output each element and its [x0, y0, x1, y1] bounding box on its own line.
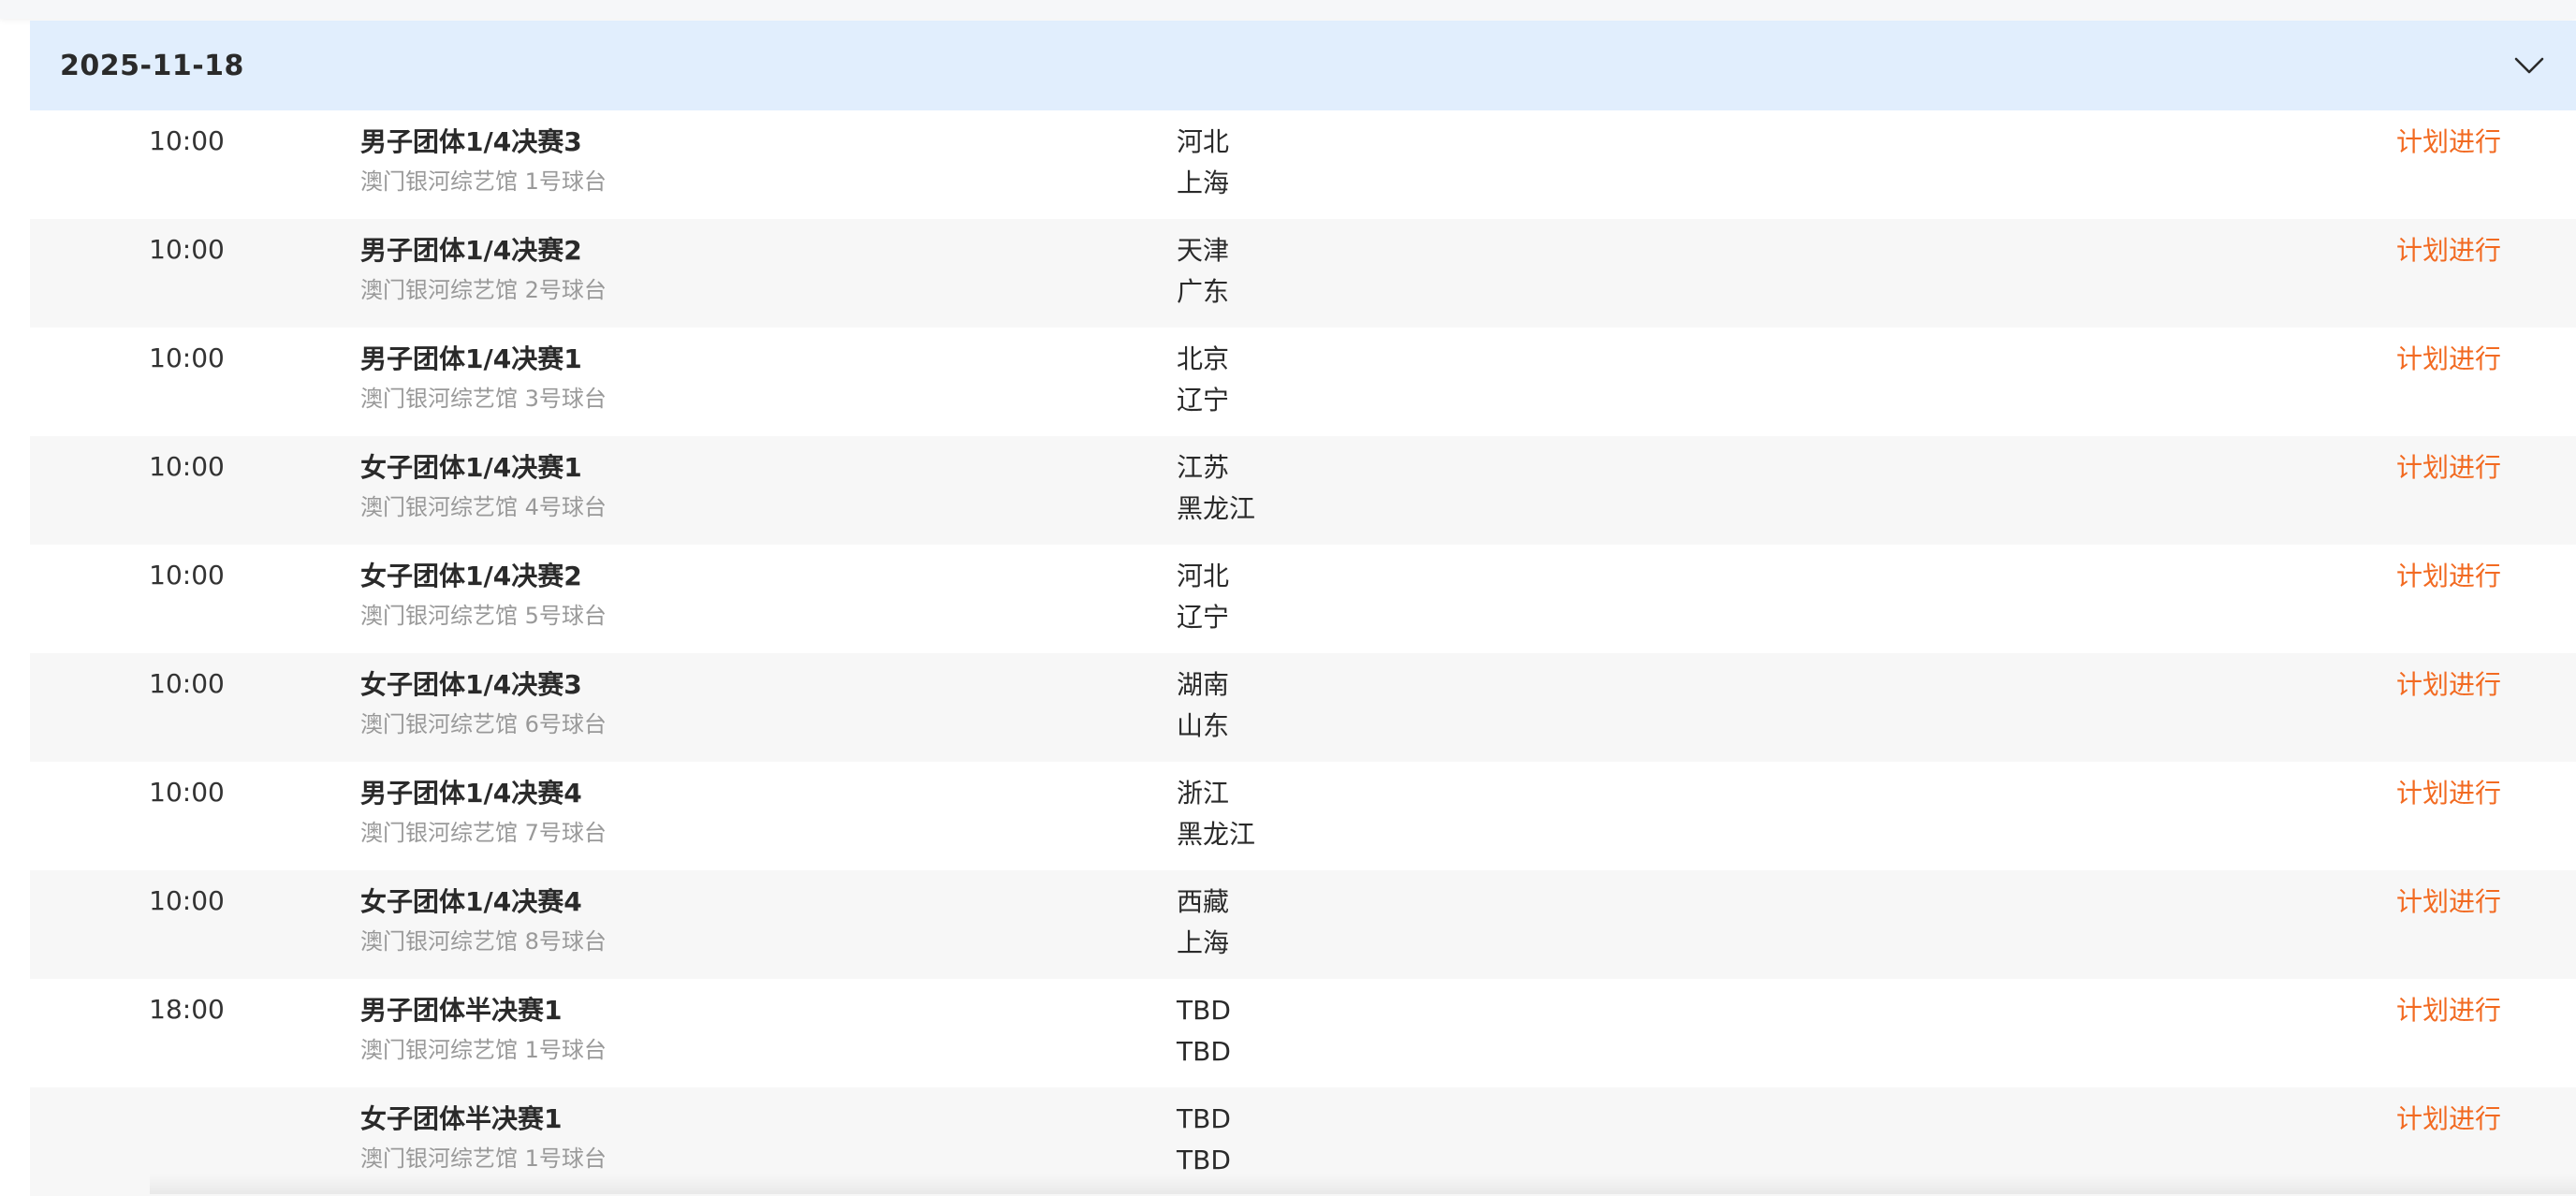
match-teams: 河北 辽宁 [1177, 560, 1229, 634]
match-row[interactable]: 18:00 男子团体半决赛1 澳门银河综艺馆 1号球台 TBD TBD 计划进行 [30, 979, 2576, 1087]
match-info: 男子团体1/4决赛2 澳门银河综艺馆 2号球台 [360, 234, 607, 305]
match-row[interactable]: 10:00 女子团体1/4决赛2 澳门银河综艺馆 5号球台 河北 辽宁 计划进行 [30, 545, 2576, 653]
match-teams: 西藏 上海 [1177, 885, 1229, 960]
match-teams: 河北 上海 [1177, 125, 1229, 200]
match-time: 10:00 [124, 560, 250, 591]
match-status: 计划进行 [2396, 343, 2501, 376]
team-two: 上海 [1177, 167, 1229, 200]
match-info: 男子团体1/4决赛3 澳门银河综艺馆 1号球台 [360, 125, 607, 197]
match-teams: 湖南 山东 [1177, 668, 1229, 743]
match-status: 计划进行 [2396, 777, 2501, 810]
match-row[interactable]: 10:00 女子团体1/4决赛4 澳门银河综艺馆 8号球台 西藏 上海 计划进行 [30, 870, 2576, 979]
match-teams: 天津 广东 [1177, 234, 1229, 309]
match-time: 10:00 [124, 885, 250, 916]
chevron-down-icon[interactable] [2514, 56, 2544, 75]
team-one: TBD [1177, 994, 1231, 1028]
match-info: 女子团体1/4决赛2 澳门银河综艺馆 5号球台 [360, 560, 607, 631]
match-status: 计划进行 [2396, 234, 2501, 268]
team-two: 广东 [1177, 275, 1229, 309]
match-row[interactable]: 女子团体半决赛1 澳门银河综艺馆 1号球台 TBD TBD 计划进行 [30, 1087, 2576, 1196]
match-teams: TBD TBD [1177, 1102, 1231, 1177]
match-status: 计划进行 [2396, 1102, 2501, 1136]
match-time: 10:00 [124, 234, 250, 265]
match-info: 女子团体1/4决赛3 澳门银河综艺馆 6号球台 [360, 668, 607, 739]
team-one: 河北 [1177, 125, 1229, 159]
match-row[interactable]: 10:00 男子团体1/4决赛2 澳门银河综艺馆 2号球台 天津 广东 计划进行 [30, 219, 2576, 328]
match-info: 男子团体1/4决赛4 澳门银河综艺馆 7号球台 [360, 777, 607, 848]
match-row[interactable]: 10:00 男子团体1/4决赛1 澳门银河综艺馆 3号球台 北京 辽宁 计划进行 [30, 328, 2576, 436]
top-bar [0, 0, 2576, 19]
match-venue: 澳门银河综艺馆 7号球台 [360, 818, 607, 848]
match-status: 计划进行 [2396, 668, 2501, 702]
match-time: 10:00 [124, 125, 250, 156]
match-name: 女子团体1/4决赛2 [360, 560, 607, 593]
match-time: 18:00 [124, 994, 250, 1025]
match-name: 女子团体1/4决赛3 [360, 668, 607, 702]
team-two: 辽宁 [1177, 384, 1229, 417]
match-venue: 澳门银河综艺馆 5号球台 [360, 601, 607, 631]
team-two: 山东 [1177, 709, 1229, 743]
team-one: 北京 [1177, 343, 1229, 376]
match-status: 计划进行 [2396, 885, 2501, 919]
match-name: 男子团体1/4决赛2 [360, 234, 607, 268]
team-one: 河北 [1177, 560, 1229, 593]
team-two: TBD [1177, 1144, 1231, 1177]
schedule-day-panel: 2025-11-18 10:00 男子团体1/4决赛3 澳门银河综艺馆 1号球台… [30, 21, 2576, 1196]
match-time: 10:00 [124, 343, 250, 373]
match-venue: 澳门银河综艺馆 4号球台 [360, 492, 607, 522]
match-name: 男子团体半决赛1 [360, 994, 607, 1028]
team-one: 湖南 [1177, 668, 1229, 702]
match-info: 男子团体半决赛1 澳门银河综艺馆 1号球台 [360, 994, 607, 1065]
team-one: 西藏 [1177, 885, 1229, 919]
match-name: 女子团体1/4决赛1 [360, 451, 607, 485]
match-info: 女子团体1/4决赛4 澳门银河综艺馆 8号球台 [360, 885, 607, 956]
date-group-header[interactable]: 2025-11-18 [30, 21, 2576, 110]
team-one: 江苏 [1177, 451, 1255, 485]
team-two: 上海 [1177, 926, 1229, 960]
team-one: 天津 [1177, 234, 1229, 268]
team-two: 黑龙江 [1177, 818, 1255, 852]
match-teams: 北京 辽宁 [1177, 343, 1229, 417]
match-info: 女子团体1/4决赛1 澳门银河综艺馆 4号球台 [360, 451, 607, 522]
match-venue: 澳门银河综艺馆 6号球台 [360, 709, 607, 739]
match-name: 男子团体1/4决赛3 [360, 125, 607, 159]
match-venue: 澳门银河综艺馆 1号球台 [360, 1144, 607, 1174]
team-two: 辽宁 [1177, 601, 1229, 634]
match-venue: 澳门银河综艺馆 1号球台 [360, 1035, 607, 1065]
match-time: 10:00 [124, 668, 250, 699]
match-row[interactable]: 10:00 男子团体1/4决赛4 澳门银河综艺馆 7号球台 浙江 黑龙江 计划进… [30, 762, 2576, 870]
team-one: TBD [1177, 1102, 1231, 1136]
match-row[interactable]: 10:00 男子团体1/4决赛3 澳门银河综艺馆 1号球台 河北 上海 计划进行 [30, 110, 2576, 219]
match-name: 女子团体1/4决赛4 [360, 885, 607, 919]
match-info: 男子团体1/4决赛1 澳门银河综艺馆 3号球台 [360, 343, 607, 414]
match-status: 计划进行 [2396, 125, 2501, 159]
match-venue: 澳门银河综艺馆 3号球台 [360, 384, 607, 414]
match-venue: 澳门银河综艺馆 8号球台 [360, 926, 607, 956]
match-status: 计划进行 [2396, 560, 2501, 593]
match-row[interactable]: 10:00 女子团体1/4决赛3 澳门银河综艺馆 6号球台 湖南 山东 计划进行 [30, 653, 2576, 762]
match-time: 10:00 [124, 777, 250, 808]
match-teams: TBD TBD [1177, 994, 1231, 1069]
match-venue: 澳门银河综艺馆 1号球台 [360, 167, 607, 197]
match-name: 男子团体1/4决赛4 [360, 777, 607, 810]
match-teams: 浙江 黑龙江 [1177, 777, 1255, 852]
team-two: 黑龙江 [1177, 492, 1255, 526]
match-name: 男子团体1/4决赛1 [360, 343, 607, 376]
match-venue: 澳门银河综艺馆 2号球台 [360, 275, 607, 305]
match-row[interactable]: 10:00 女子团体1/4决赛1 澳门银河综艺馆 4号球台 江苏 黑龙江 计划进… [30, 436, 2576, 545]
match-time: 10:00 [124, 451, 250, 482]
match-status: 计划进行 [2396, 451, 2501, 485]
match-teams: 江苏 黑龙江 [1177, 451, 1255, 526]
match-status: 计划进行 [2396, 994, 2501, 1028]
date-label: 2025-11-18 [60, 50, 244, 82]
match-name: 女子团体半决赛1 [360, 1102, 607, 1136]
team-one: 浙江 [1177, 777, 1255, 810]
team-two: TBD [1177, 1035, 1231, 1069]
match-info: 女子团体半决赛1 澳门银河综艺馆 1号球台 [360, 1102, 607, 1174]
